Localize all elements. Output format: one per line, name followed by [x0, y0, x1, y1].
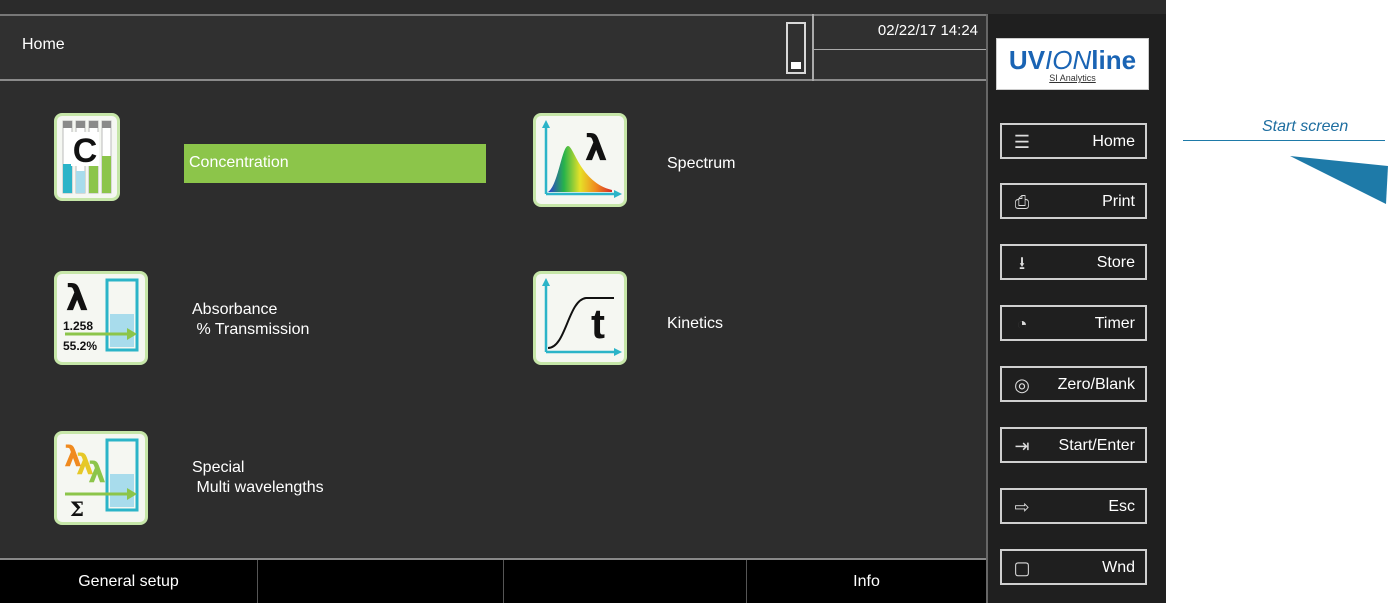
spectrum-glyph: λ — [585, 128, 608, 169]
datetime-box: 02/22/17 14:24 — [812, 14, 986, 81]
brand-subtitle: SI Analytics — [1049, 73, 1096, 83]
concentration-icon[interactable]: C — [54, 113, 120, 201]
page-title: Home — [22, 36, 65, 53]
absorbance-value-1: 1.258 — [63, 319, 93, 333]
datetime-divider — [814, 49, 986, 50]
special-icon[interactable]: λ λ λ Σ — [54, 431, 148, 525]
softkey-3[interactable] — [504, 560, 747, 603]
battery-indicator — [786, 22, 806, 74]
softkey-general-setup[interactable]: General setup — [0, 560, 258, 603]
menu-item-absorbance[interactable]: Absorbance % Transmission — [192, 300, 309, 340]
esc-button[interactable]: ⇨ Esc — [1000, 488, 1147, 524]
kinetics-icon[interactable]: t — [533, 271, 627, 365]
concentration-glyph: C — [73, 132, 98, 170]
softkey-bar: General setup Info — [0, 558, 986, 603]
brand-logo: UVIONline SI Analytics — [996, 38, 1149, 90]
svg-text:λ: λ — [88, 456, 106, 489]
home-button[interactable]: ☰ Home — [1000, 123, 1147, 159]
spectrum-icon[interactable]: λ — [533, 113, 627, 207]
menu-lines-icon: ☰ — [1013, 132, 1031, 152]
target-icon: ◎ — [1014, 375, 1030, 395]
timer-icon: ◔ — [1016, 314, 1028, 334]
menu-item-concentration[interactable]: Concentration — [184, 144, 486, 183]
kinetics-glyph: t — [591, 300, 605, 347]
timer-button[interactable]: ◔ Timer — [1000, 305, 1147, 341]
menu-item-special[interactable]: Special Multi wavelengths — [192, 458, 324, 498]
absorbance-glyph: λ — [66, 278, 89, 319]
instrument-screen: Home 02/22/17 14:24 C Concentration λ Sp… — [0, 0, 1166, 603]
window-icon: ▢ — [1013, 558, 1031, 578]
store-button[interactable]: ⭳ Store — [1000, 244, 1147, 280]
annotation-line — [1183, 140, 1385, 141]
start-enter-button[interactable]: ⇥ Start/Enter — [1000, 427, 1147, 463]
exit-icon: ⇨ — [1014, 497, 1030, 517]
wnd-button[interactable]: ▢ Wnd — [1000, 549, 1147, 585]
absorbance-value-2: 55.2% — [63, 339, 97, 353]
softkey-2[interactable] — [258, 560, 504, 603]
brand-name: UVIONline — [1008, 45, 1137, 75]
enter-icon: ⇥ — [1014, 436, 1030, 456]
home-menu: C Concentration λ Spectrum λ 1.258 55.2%… — [0, 81, 986, 557]
battery-level — [791, 62, 801, 69]
printer-icon: ⎙ — [1014, 192, 1030, 212]
annotation-label: Start screen — [1262, 118, 1349, 135]
header-bar: Home 02/22/17 14:24 — [0, 14, 986, 81]
download-icon: ⭳ — [1018, 253, 1026, 273]
side-panel: UVIONline SI Analytics ☰ Home ⎙ Print ⭳ … — [986, 14, 1166, 603]
absorbance-icon[interactable]: λ 1.258 55.2% — [54, 271, 148, 365]
zero-blank-button[interactable]: ◎ Zero/Blank — [1000, 366, 1147, 402]
menu-item-spectrum[interactable]: Spectrum — [667, 154, 735, 174]
annotation-arrow — [1290, 156, 1388, 204]
menu-item-kinetics[interactable]: Kinetics — [667, 314, 723, 334]
special-glyph: Σ — [70, 497, 84, 521]
softkey-info[interactable]: Info — [747, 560, 986, 603]
datetime: 02/22/17 14:24 — [877, 22, 978, 39]
print-button[interactable]: ⎙ Print — [1000, 183, 1147, 219]
